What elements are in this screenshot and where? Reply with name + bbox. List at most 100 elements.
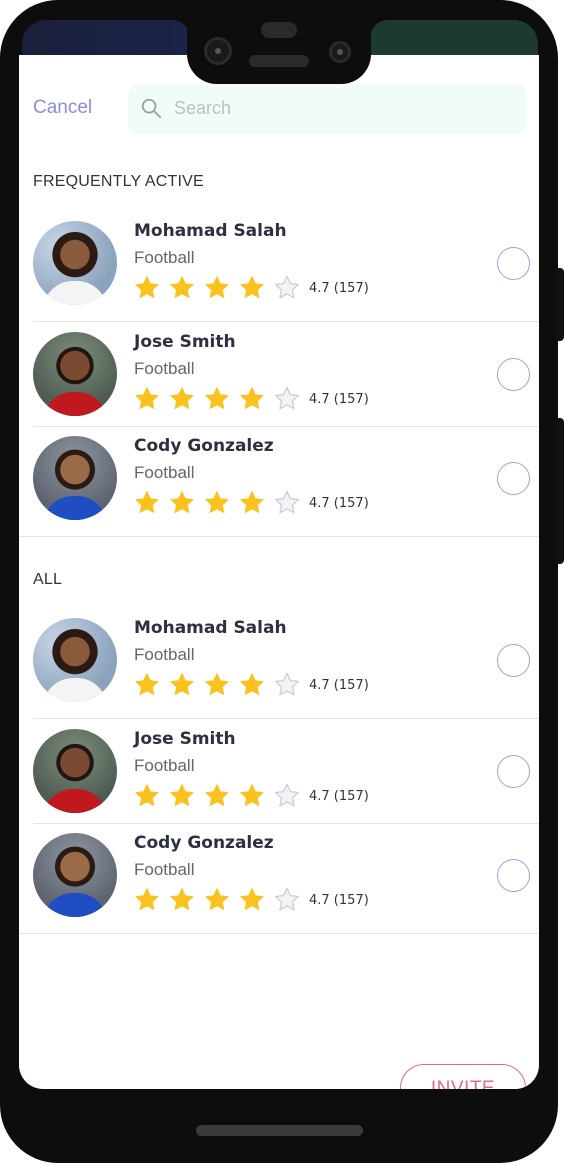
rating-stars [133,385,301,413]
player-name: Cody Gonzalez [134,833,274,853]
status-bar-left [22,20,190,60]
rating-stars [133,886,301,914]
camera-notch [187,0,371,84]
avatar-shirt [43,281,107,305]
star-filled-icon [170,673,194,696]
rating-stars [133,782,301,810]
star-filled-icon [135,276,159,299]
player-sport: Football [134,645,195,664]
star-filled-icon [240,491,264,514]
player-row[interactable]: Cody Gonzalez Football 4.7 (157) [33,431,539,531]
star-filled-icon [205,888,229,911]
rating-stars [133,671,301,699]
star-filled-icon [205,387,229,410]
select-radio[interactable] [497,859,530,892]
row-divider [33,718,539,719]
player-sport: Football [134,860,195,879]
player-name: Mohamad Salah [134,221,287,241]
star-filled-icon [170,888,194,911]
star-empty-icon [274,672,299,696]
row-divider [33,823,539,824]
volume-button [556,418,564,564]
player-avatar [33,221,117,305]
player-sport: Football [134,463,195,482]
avatar-shirt [43,789,107,813]
front-camera-right [329,41,351,63]
star-filled-icon [240,888,264,911]
player-name: Jose Smith [134,729,236,749]
row-divider [33,426,539,427]
star-filled-icon [135,387,159,410]
home-indicator [196,1125,363,1136]
avatar-shirt [43,392,107,416]
star-filled-icon [205,673,229,696]
player-row[interactable]: Cody Gonzalez Football 4.7 (157) [33,828,539,928]
player-avatar [33,618,117,702]
rating-text: 4.7 (157) [309,496,369,511]
rating-text: 4.7 (157) [309,893,369,908]
section-title: FREQUENTLY ACTIVE [33,173,204,190]
invite-button[interactable]: INVITE [400,1064,526,1089]
rating-text: 4.7 (157) [309,281,369,296]
section-divider [19,933,539,934]
player-name: Jose Smith [134,332,236,352]
select-radio[interactable] [497,358,530,391]
row-divider [33,321,539,322]
rating-text: 4.7 (157) [309,392,369,407]
star-filled-icon [205,784,229,807]
star-empty-icon [274,783,299,807]
app-screen: Cancel Search FREQUENTLY ACTIVE Mohamad S… [19,55,539,1089]
player-avatar [33,332,117,416]
star-filled-icon [240,784,264,807]
avatar-shirt [43,496,107,520]
player-name: Mohamad Salah [134,618,287,638]
search-input[interactable]: Search [174,98,231,119]
player-avatar [33,729,117,813]
star-filled-icon [170,387,194,410]
star-filled-icon [170,491,194,514]
phone-frame: Cancel Search FREQUENTLY ACTIVE Mohamad S… [0,0,564,1163]
player-sport: Football [134,756,195,775]
star-filled-icon [170,276,194,299]
star-filled-icon [135,784,159,807]
star-filled-icon [205,491,229,514]
player-row[interactable]: Jose Smith Football 4.7 (157) [33,327,539,427]
earpiece-bottom [249,55,309,67]
player-name: Cody Gonzalez [134,436,274,456]
search-icon [141,98,162,119]
player-row[interactable]: Mohamad Salah Football 4.7 (157) [33,216,539,316]
player-avatar [33,436,117,520]
star-empty-icon [274,275,299,299]
cancel-button[interactable]: Cancel [33,97,92,119]
avatar-shirt [43,893,107,917]
rating-text: 4.7 (157) [309,678,369,693]
power-button [556,268,564,341]
select-radio[interactable] [497,755,530,788]
select-radio[interactable] [497,644,530,677]
star-filled-icon [240,276,264,299]
select-radio[interactable] [497,247,530,280]
player-sport: Football [134,359,195,378]
status-bar-right [370,20,538,60]
star-empty-icon [274,490,299,514]
rating-stars [133,274,301,302]
star-empty-icon [274,386,299,410]
section-divider [19,536,539,537]
star-filled-icon [135,491,159,514]
rating-stars [133,489,301,517]
player-row[interactable]: Jose Smith Football 4.7 (157) [33,724,539,824]
search-bar[interactable]: Search [128,84,526,134]
star-filled-icon [170,784,194,807]
player-avatar [33,833,117,917]
player-row[interactable]: Mohamad Salah Football 4.7 (157) [33,613,539,713]
front-camera-left [204,37,232,65]
select-radio[interactable] [497,462,530,495]
star-filled-icon [205,276,229,299]
star-filled-icon [240,673,264,696]
star-filled-icon [135,888,159,911]
player-sport: Football [134,248,195,267]
star-filled-icon [240,387,264,410]
avatar-shirt [43,678,107,702]
rating-text: 4.7 (157) [309,789,369,804]
star-filled-icon [135,673,159,696]
